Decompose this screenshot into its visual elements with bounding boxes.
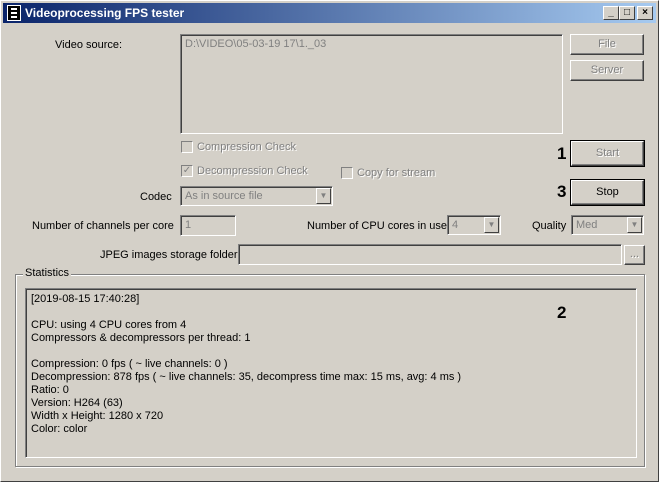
decompression-checkbox[interactable]: ✓ [181,165,193,177]
statistics-output: [2019-08-15 17:40:28] CPU: using 4 CPU c… [25,288,637,458]
quality-label: Quality [532,220,567,232]
video-source-field[interactable]: D:\VIDEO\05-03-19 17\1._03 [180,34,563,134]
statistics-title: Statistics [23,267,72,279]
start-button[interactable]: Start [570,140,645,167]
stats-line: Width x Height: 1280 x 720 [31,410,164,422]
server-button[interactable]: Server [570,60,644,81]
window-title: Videoprocessing FPS tester [25,6,185,20]
copy-for-stream-checkbox[interactable] [341,167,353,179]
stats-line: Ratio: 0 [31,384,69,396]
quality-value: Med [576,219,598,231]
codec-label: Codec [140,191,172,203]
chevron-down-icon[interactable]: ▼ [627,217,642,233]
stats-line: Compressors & decompressors per thread: … [31,332,251,344]
jpeg-folder-input[interactable] [238,244,622,265]
cpu-cores-label: Number of CPU cores in use [307,220,447,232]
browse-button[interactable]: ... [624,245,645,265]
codec-select[interactable]: As in source file ▼ [180,186,333,206]
decompression-check-label: Decompression Check [197,165,308,177]
stats-line: Version: H264 (63) [31,397,123,409]
stats-line: CPU: using 4 CPU cores from 4 [31,319,187,331]
video-source-label: Video source: [55,39,123,51]
file-button[interactable]: File [570,34,644,55]
channels-input[interactable]: 1 [180,215,236,236]
channels-label: Number of channels per core [32,220,174,232]
stop-button[interactable]: Stop [570,179,645,206]
copy-for-stream-label: Copy for stream [357,167,436,179]
marker-3: 3 [557,182,567,201]
chevron-down-icon[interactable]: ▼ [316,188,331,204]
app-window: Videoprocessing FPS tester _ □ × Video s… [0,0,659,482]
stats-line: Compression: 0 fps ( ~ live channels: 0 … [31,358,228,370]
maximize-button[interactable]: □ [619,6,635,20]
compression-checkbox[interactable] [181,141,193,153]
quality-select[interactable]: Med ▼ [571,215,644,235]
jpeg-folder-label: JPEG images storage folder [100,249,238,261]
cpu-cores-select[interactable]: 4 ▼ [447,215,501,235]
compression-check-label: Compression Check [197,141,297,153]
stats-line: Decompression: 878 fps ( ~ live channels… [31,371,462,383]
close-button[interactable]: × [637,6,653,20]
stats-line: [2019-08-15 17:40:28] [31,293,140,305]
stats-line [31,345,631,358]
marker-1: 1 [557,144,567,163]
film-icon [7,5,21,21]
title-bar: Videoprocessing FPS tester _ □ × [3,3,656,23]
cpu-cores-value: 4 [452,219,459,231]
codec-value: As in source file [185,190,263,202]
minimize-button[interactable]: _ [603,6,619,20]
chevron-down-icon[interactable]: ▼ [484,217,499,233]
marker-2: 2 [557,303,567,322]
stats-line: Color: color [31,423,88,435]
stats-line [31,306,631,319]
